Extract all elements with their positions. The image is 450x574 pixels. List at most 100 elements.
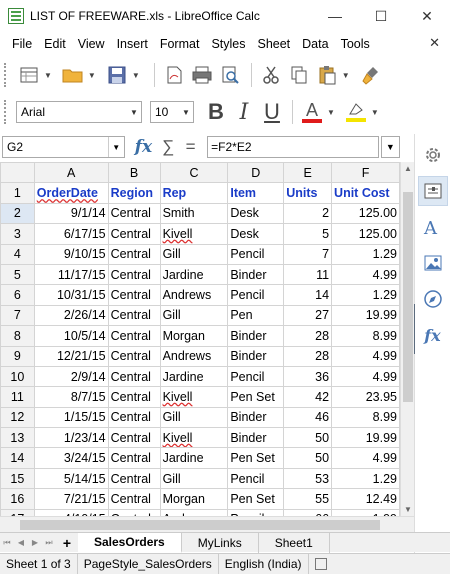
menu-view[interactable]: View: [72, 37, 111, 51]
cell[interactable]: 11/17/15: [33, 263, 109, 286]
cell[interactable]: 46: [283, 406, 333, 429]
cell[interactable]: 50: [283, 447, 333, 469]
prev-sheet-icon[interactable]: ◀: [14, 538, 28, 547]
row-header[interactable]: 5: [0, 263, 35, 286]
column-header[interactable]: C: [159, 162, 229, 184]
row-header[interactable]: 4: [0, 243, 35, 265]
cell[interactable]: Central: [107, 508, 161, 516]
cell[interactable]: Central: [107, 447, 161, 469]
maximize-button[interactable]: ☐: [358, 0, 404, 32]
chevron-down-icon[interactable]: ▼: [107, 137, 124, 157]
styles-icon[interactable]: A: [418, 212, 448, 242]
row-header[interactable]: 13: [0, 427, 35, 449]
sidebar-settings-icon[interactable]: [418, 140, 448, 170]
cell[interactable]: 4.99: [331, 447, 400, 469]
scroll-up-icon[interactable]: ▲: [401, 164, 415, 173]
cell[interactable]: Pen Set: [227, 386, 285, 408]
function-wizard-icon[interactable]: fx: [135, 137, 156, 157]
select-all-corner[interactable]: [0, 162, 35, 184]
cell[interactable]: Morgan: [159, 325, 229, 347]
highlight-color-icon[interactable]: [343, 99, 369, 125]
cell[interactable]: 5/14/15: [33, 467, 109, 490]
column-header[interactable]: F: [331, 162, 400, 184]
font-name-combo[interactable]: Arial ▼: [16, 101, 142, 123]
cell[interactable]: 4.99: [331, 345, 400, 367]
row-header[interactable]: 3: [0, 223, 35, 245]
cell[interactable]: 9/1/14: [33, 202, 109, 225]
highlight-dropdown-arrow[interactable]: ▼: [371, 108, 379, 117]
cell[interactable]: Binder: [227, 263, 285, 286]
language-status[interactable]: English (India): [219, 553, 309, 574]
cell[interactable]: Central: [107, 284, 161, 306]
cell[interactable]: Pencil: [227, 284, 285, 306]
cell[interactable]: 19.99: [331, 304, 400, 327]
vertical-scroll-thumb[interactable]: [403, 192, 413, 402]
cell[interactable]: 53: [283, 467, 333, 490]
cell[interactable]: 1.29: [331, 284, 400, 306]
gallery-icon[interactable]: [418, 248, 448, 278]
font-color-icon[interactable]: A: [299, 99, 325, 125]
cell[interactable]: 1.99: [331, 508, 400, 516]
cell[interactable]: 8.99: [331, 325, 400, 347]
cell[interactable]: 42: [283, 386, 333, 408]
sheet-position-status[interactable]: Sheet 1 of 3: [0, 553, 78, 574]
cell[interactable]: 1.29: [331, 467, 400, 490]
toolbar-grip[interactable]: [4, 63, 8, 87]
row-header[interactable]: 17: [0, 508, 35, 516]
cell[interactable]: Jardine: [159, 263, 229, 286]
cell[interactable]: 23.95: [331, 386, 400, 408]
cell[interactable]: Pencil: [227, 508, 285, 516]
save-icon[interactable]: [104, 62, 130, 88]
column-header[interactable]: A: [33, 162, 109, 184]
cell[interactable]: Smith: [159, 202, 229, 225]
next-sheet-icon[interactable]: ▶: [28, 538, 42, 547]
cell[interactable]: Central: [107, 325, 161, 347]
cell[interactable]: Central: [107, 304, 161, 327]
cell[interactable]: 2: [283, 202, 333, 225]
menu-sheet[interactable]: Sheet: [251, 37, 296, 51]
cell[interactable]: Pencil: [227, 467, 285, 490]
formula-icon[interactable]: =: [186, 137, 204, 157]
cell[interactable]: 2/26/14: [33, 304, 109, 327]
tab-salesorders[interactable]: SalesOrders: [78, 532, 182, 553]
cell[interactable]: Central: [107, 467, 161, 490]
cell[interactable]: 11: [283, 263, 333, 286]
properties-icon[interactable]: [417, 176, 448, 206]
cell[interactable]: Kivell: [159, 427, 229, 449]
cell[interactable]: 8/7/15: [33, 386, 109, 408]
chevron-down-icon[interactable]: ▼: [179, 108, 193, 117]
cell[interactable]: 10/5/14: [33, 325, 109, 347]
new-dropdown-arrow[interactable]: ▼: [44, 71, 52, 80]
cell-table[interactable]: A B C D E F 1 OrderDate Region Rep Item …: [0, 162, 400, 516]
cell[interactable]: 5: [283, 223, 333, 245]
cell[interactable]: 36: [283, 365, 333, 388]
column-header[interactable]: D: [227, 162, 285, 184]
cell[interactable]: Rep: [159, 182, 229, 204]
row-header[interactable]: 6: [0, 284, 35, 306]
expand-formula-button[interactable]: ▼: [380, 136, 401, 158]
cell[interactable]: OrderDate: [33, 182, 109, 204]
spreadsheet-grid[interactable]: A B C D E F 1 OrderDate Region Rep Item …: [0, 162, 400, 516]
first-sheet-icon[interactable]: ⏮: [0, 538, 14, 548]
menu-insert[interactable]: Insert: [111, 37, 154, 51]
cell[interactable]: 6/17/15: [33, 223, 109, 245]
new-document-icon[interactable]: [16, 62, 42, 88]
cell[interactable]: Pencil: [227, 365, 285, 388]
cell[interactable]: Central: [107, 202, 161, 225]
cell[interactable]: Central: [107, 243, 161, 265]
cell[interactable]: Central: [107, 365, 161, 388]
cell[interactable]: 4.99: [331, 365, 400, 388]
cell[interactable]: 14: [283, 284, 333, 306]
cell[interactable]: 28: [283, 325, 333, 347]
cell[interactable]: Units: [283, 182, 333, 204]
cell[interactable]: 66: [283, 508, 333, 516]
open-dropdown-arrow[interactable]: ▼: [88, 71, 96, 80]
last-sheet-icon[interactable]: ⏭: [42, 538, 56, 548]
paste-icon[interactable]: [314, 62, 340, 88]
close-document-button[interactable]: ✕: [429, 35, 440, 51]
horizontal-scrollbar[interactable]: [0, 516, 414, 532]
cell[interactable]: Kivell: [159, 386, 229, 408]
cell[interactable]: Item: [227, 182, 285, 204]
cell[interactable]: 125.00: [331, 223, 400, 245]
cell[interactable]: Pen Set: [227, 488, 285, 510]
